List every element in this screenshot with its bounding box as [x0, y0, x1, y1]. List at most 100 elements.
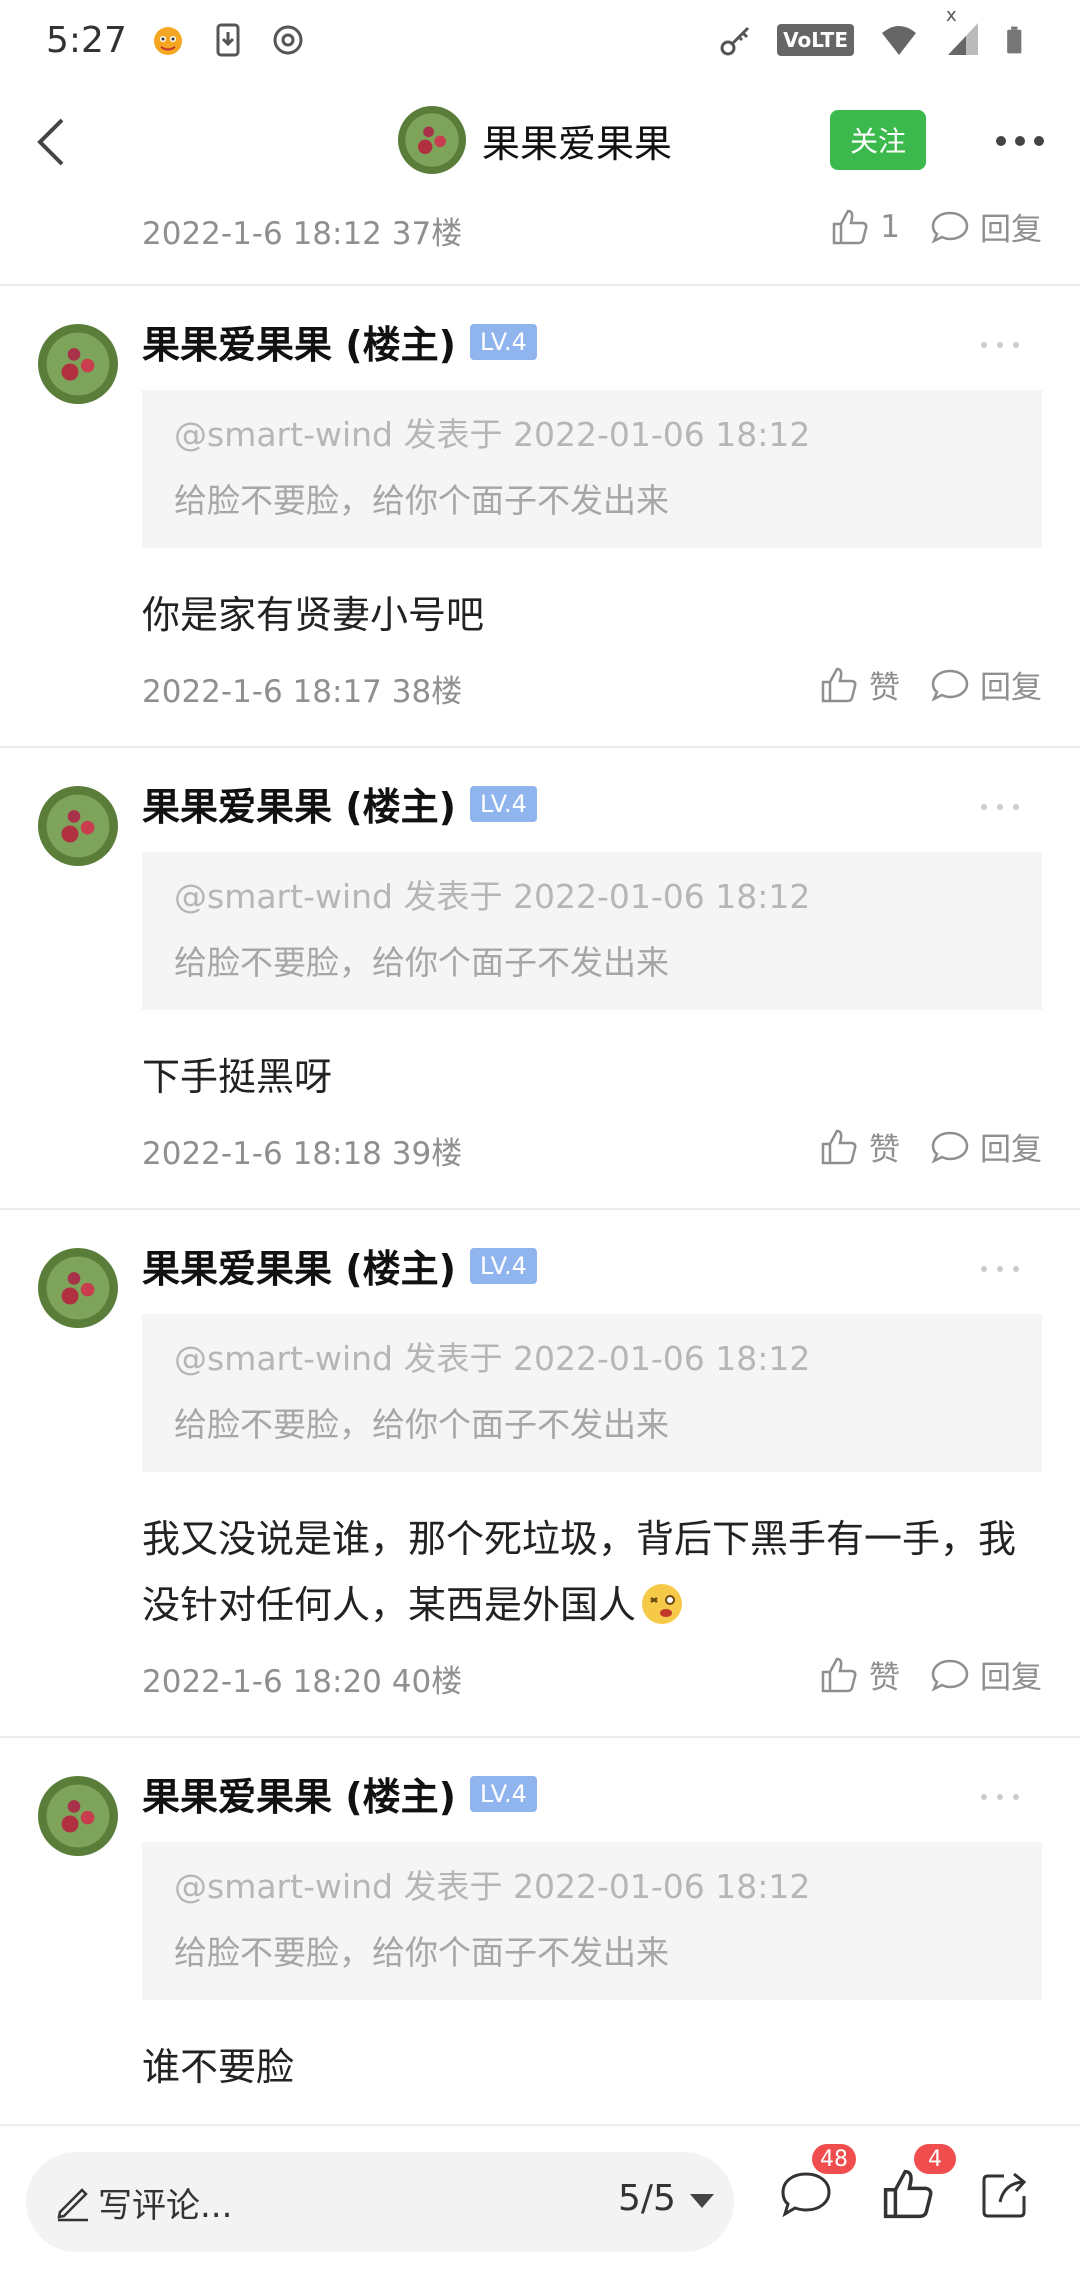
reply-label: 回复 [980, 1132, 1042, 1168]
level-badge: LV.4 [469, 1247, 537, 1284]
quote-text: 给脸不要脸，给你个面子不发出来 [174, 481, 669, 520]
status-bar: 5:27 VoLTE x [0, 0, 1080, 80]
reply-button[interactable]: 回复 [930, 662, 1042, 707]
avatar[interactable] [38, 786, 118, 866]
comment-meta: 2022-1-6 18:17 38楼 [142, 674, 463, 710]
thumbs-up-icon [821, 1129, 857, 1164]
comment-body: 我又没说是谁，那个死垃圾，背后下黑手有一手，我没针对任何人，某西是外国人 [142, 1506, 1042, 1638]
like-button[interactable]: 赞 [819, 1124, 900, 1169]
key-icon [720, 26, 750, 56]
reply-button[interactable]: 回复 [930, 1124, 1042, 1169]
thumbs-up-icon [833, 209, 868, 244]
comment-author[interactable]: 果果爱果果 (楼主) [142, 314, 456, 369]
volte-icon: VoLTE [777, 24, 854, 56]
comment-author[interactable]: 果果爱果果 (楼主) [142, 776, 456, 831]
comment-count-badge: 48 [812, 2144, 856, 2174]
follow-button[interactable]: 关注 [830, 110, 926, 170]
like-button[interactable]: 赞 [819, 1652, 900, 1697]
quote-text: 给脸不要脸，给你个面子不发出来 [174, 943, 669, 982]
share-button[interactable] [978, 2166, 1038, 2226]
quote-header: @smart-wind 发表于 2022-01-06 18:12 [174, 1867, 811, 1906]
reply-button[interactable]: 回复 [930, 1652, 1042, 1697]
download-icon [216, 23, 240, 57]
comment-more-button[interactable] [970, 792, 1030, 822]
comment-bubble-icon [931, 1659, 969, 1692]
quoted-reply[interactable]: @smart-wind 发表于 2022-01-06 18:12 给脸不要脸，给… [142, 390, 1042, 548]
app-header: 果果爱果果 关注 [0, 92, 1080, 194]
avatar [398, 106, 466, 174]
comment-placeholder: 写评论... [98, 2186, 233, 2226]
comment-more-button[interactable] [970, 330, 1030, 360]
pencil-icon [57, 2188, 88, 2222]
comment-text: 谁不要脸 [142, 2045, 295, 2089]
comment-item: 果果爱果果 (楼主) LV.4 @smart-wind 发表于 2022-01-… [0, 1738, 1080, 2124]
more-dots-icon [981, 804, 1019, 810]
like-label: 赞 [869, 1660, 900, 1696]
comment-meta: 2022-1-6 18:18 39楼 [142, 1136, 463, 1172]
quote-header: @smart-wind 发表于 2022-01-06 18:12 [174, 415, 811, 454]
comment-more-button[interactable] [970, 1782, 1030, 1812]
comment-author[interactable]: 果果爱果果 (楼主) [142, 1238, 456, 1293]
more-options-button[interactable] [990, 116, 1050, 166]
comment-input[interactable]: 写评论... 5/5 [26, 2152, 734, 2252]
like-post-button[interactable]: 4 [880, 2144, 956, 2226]
comment-bubble-icon [931, 1131, 969, 1164]
header-user[interactable]: 果果爱果果 [398, 106, 672, 174]
share-icon [982, 2172, 1027, 2218]
more-dots-icon [981, 1266, 1019, 1272]
comments-button[interactable]: 48 [778, 2144, 856, 2226]
quoted-reply[interactable]: @smart-wind 发表于 2022-01-06 18:12 给脸不要脸，给… [142, 852, 1042, 1010]
dizzy-face-emoji-icon [642, 1584, 683, 1624]
wifi-icon [882, 26, 916, 55]
like-button[interactable]: 赞 [819, 662, 900, 707]
battery-icon [1007, 26, 1022, 54]
more-dots-icon [981, 1794, 1019, 1800]
reply-label: 回复 [980, 1660, 1042, 1696]
comment-text: 你是家有贤妻小号吧 [142, 593, 485, 637]
quote-header: @smart-wind 发表于 2022-01-06 18:12 [174, 1339, 811, 1378]
cell-signal: x [944, 5, 982, 61]
bottom-bar: 写评论... 5/5 48 4 [0, 2124, 1080, 2280]
status-time: 5:27 [46, 19, 127, 61]
reply-button[interactable]: 回复 [930, 204, 1042, 249]
level-badge: LV.4 [469, 785, 537, 822]
comment-text: 我又没说是谁，那个死垃圾，背后下黑手有一手，我没针对任何人，某西是外国人 [142, 1517, 1017, 1627]
avatar[interactable] [38, 1776, 118, 1856]
reply-label: 回复 [980, 212, 1042, 248]
thumbs-up-icon [821, 1657, 857, 1692]
comment-author[interactable]: 果果爱果果 (楼主) [142, 1766, 456, 1821]
header-username: 果果爱果果 [482, 121, 673, 166]
comment-item: 果果爱果果 (楼主) LV.4 @smart-wind 发表于 2022-01-… [0, 286, 1080, 746]
app-notification-icon [153, 27, 182, 55]
comment-meta: 2022-1-6 18:12 37楼 [142, 216, 463, 252]
like-count-badge: 4 [914, 2144, 956, 2174]
level-badge: LV.4 [469, 1775, 537, 1812]
thumbs-up-icon [821, 667, 857, 702]
quoted-reply[interactable]: @smart-wind 发表于 2022-01-06 18:12 给脸不要脸，给… [142, 1842, 1042, 2000]
like-label: 赞 [869, 1132, 900, 1168]
quoted-reply[interactable]: @smart-wind 发表于 2022-01-06 18:12 给脸不要脸，给… [142, 1314, 1042, 1472]
comment-text: 下手挺黑呀 [142, 1055, 333, 1099]
comment-more-button[interactable] [970, 1254, 1030, 1284]
back-button[interactable] [22, 112, 82, 172]
thumbs-up-icon [883, 2169, 933, 2219]
comment-meta: 2022-1-6 18:20 40楼 [142, 1664, 463, 1700]
chevron-left-icon [37, 118, 64, 166]
more-dots-icon [981, 342, 1019, 348]
avatar[interactable] [38, 324, 118, 404]
more-dots-icon [996, 136, 1044, 146]
signal-x-label: x [946, 5, 957, 26]
page-indicator[interactable]: 5/5 [618, 2178, 676, 2219]
comment-footer: 2022-1-6 18:12 37楼 1 回复 [0, 196, 1080, 286]
level-badge: LV.4 [469, 323, 537, 360]
like-count: 1 [880, 208, 900, 245]
comment-bubble-icon [781, 2172, 831, 2218]
caret-down-icon[interactable] [690, 2194, 714, 2208]
sync-icon [273, 25, 303, 55]
comment-bubble-icon [931, 669, 969, 702]
avatar[interactable] [38, 1248, 118, 1328]
comment-bubble-icon [931, 211, 969, 244]
quote-text: 给脸不要脸，给你个面子不发出来 [174, 1405, 669, 1444]
quote-text: 给脸不要脸，给你个面子不发出来 [174, 1933, 669, 1972]
like-button[interactable]: 1 [830, 207, 900, 247]
